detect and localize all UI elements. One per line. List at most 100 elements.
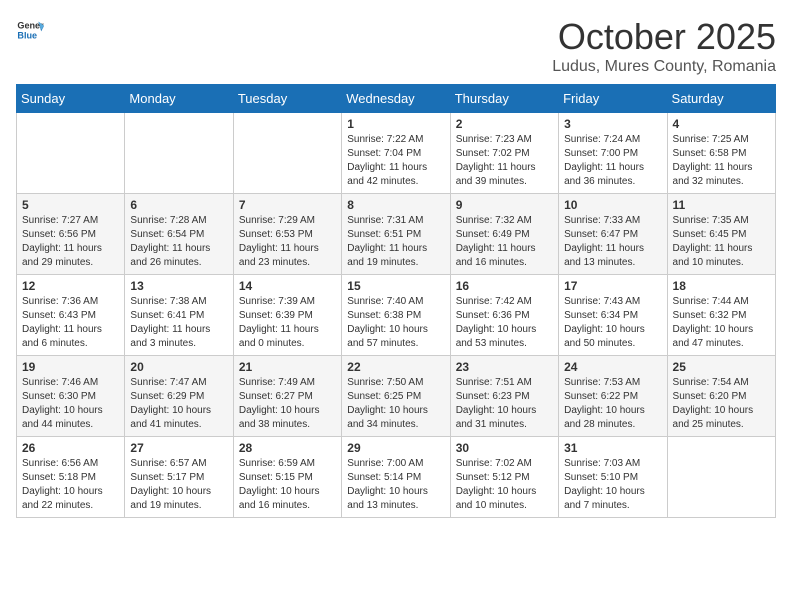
day-info: Sunrise: 7:44 AMSunset: 6:32 PMDaylight:… — [673, 295, 770, 351]
day-number: 9 — [456, 198, 553, 212]
calendar-cell — [17, 113, 125, 194]
day-info: Sunrise: 7:43 AMSunset: 6:34 PMDaylight:… — [564, 295, 661, 351]
day-info: Sunrise: 7:00 AMSunset: 5:14 PMDaylight:… — [347, 457, 444, 513]
calendar-cell: 17 Sunrise: 7:43 AMSunset: 6:34 PMDayligh… — [559, 275, 667, 356]
day-info: Sunrise: 6:59 AMSunset: 5:15 PMDaylight:… — [239, 457, 336, 513]
day-number: 13 — [130, 279, 227, 293]
calendar-cell: 29Sunrise: 7:00 AMSunset: 5:14 PMDayligh… — [342, 437, 450, 518]
day-number: 18 — [673, 279, 770, 293]
day-number: 1 — [347, 117, 444, 131]
day-info: Sunrise: 7:31 AMSunset: 6:51 PMDaylight:… — [347, 214, 444, 270]
day-number: 21 — [239, 360, 336, 374]
day-info: Sunrise: 7:23 AMSunset: 7:02 PMDaylight:… — [456, 133, 553, 189]
day-number: 15 — [347, 279, 444, 293]
calendar-cell: 24 Sunrise: 7:53 AMSunset: 6:22 PMDayligh… — [559, 356, 667, 437]
day-info: Sunrise: 7:28 AMSunset: 6:54 PMDaylight:… — [130, 214, 227, 270]
svg-text:Blue: Blue — [17, 30, 37, 40]
day-number: 10 — [564, 198, 661, 212]
day-number: 11 — [673, 198, 770, 212]
day-info: Sunrise: 7:42 AMSunset: 6:36 PMDaylight:… — [456, 295, 553, 351]
calendar-cell: 26 Sunrise: 6:56 AMSunset: 5:18 PMDayligh… — [17, 437, 125, 518]
calendar-cell: 23Sunrise: 7:51 AMSunset: 6:23 PMDayligh… — [450, 356, 558, 437]
calendar-cell: 8 Sunrise: 7:31 AMSunset: 6:51 PMDaylight… — [342, 194, 450, 275]
weekday-header-monday: Monday — [125, 85, 233, 113]
day-info: Sunrise: 7:50 AMSunset: 6:25 PMDaylight:… — [347, 376, 444, 432]
day-number: 26 — [22, 441, 119, 455]
calendar-cell: 10 Sunrise: 7:33 AMSunset: 6:47 PMDayligh… — [559, 194, 667, 275]
calendar-cell: 31 Sunrise: 7:03 AMSunset: 5:10 PMDayligh… — [559, 437, 667, 518]
weekday-header-thursday: Thursday — [450, 85, 558, 113]
day-info: Sunrise: 7:46 AMSunset: 6:30 PMDaylight:… — [22, 376, 119, 432]
calendar-cell: 7 Sunrise: 7:29 AMSunset: 6:53 PMDaylight… — [233, 194, 341, 275]
day-info: Sunrise: 6:56 AMSunset: 5:18 PMDaylight:… — [22, 457, 119, 513]
calendar-cell: 4Sunrise: 7:25 AMSunset: 6:58 PMDaylight… — [667, 113, 775, 194]
weekday-header-tuesday: Tuesday — [233, 85, 341, 113]
calendar-cell: 30 Sunrise: 7:02 AMSunset: 5:12 PMDayligh… — [450, 437, 558, 518]
day-number: 20 — [130, 360, 227, 374]
title-block: October 2025 Ludus, Mures County, Romani… — [552, 16, 776, 76]
day-info: Sunrise: 7:40 AMSunset: 6:38 PMDaylight:… — [347, 295, 444, 351]
calendar-cell: 16Sunrise: 7:42 AMSunset: 6:36 PMDayligh… — [450, 275, 558, 356]
day-info: Sunrise: 7:47 AMSunset: 6:29 PMDaylight:… — [130, 376, 227, 432]
calendar-cell — [667, 437, 775, 518]
calendar-cell: 5 Sunrise: 7:27 AMSunset: 6:56 PMDaylight… — [17, 194, 125, 275]
calendar-cell: 12Sunrise: 7:36 AMSunset: 6:43 PMDayligh… — [17, 275, 125, 356]
weekday-header-wednesday: Wednesday — [342, 85, 450, 113]
calendar-week-row: 26 Sunrise: 6:56 AMSunset: 5:18 PMDayligh… — [17, 437, 776, 518]
calendar-cell: 14Sunrise: 7:39 AMSunset: 6:39 PMDayligh… — [233, 275, 341, 356]
day-info: Sunrise: 7:02 AMSunset: 5:12 PMDaylight:… — [456, 457, 553, 513]
day-info: Sunrise: 7:32 AMSunset: 6:49 PMDaylight:… — [456, 214, 553, 270]
weekday-header-saturday: Saturday — [667, 85, 775, 113]
calendar-cell: 15 Sunrise: 7:40 AMSunset: 6:38 PMDayligh… — [342, 275, 450, 356]
calendar-cell — [233, 113, 341, 194]
day-info: Sunrise: 7:39 AMSunset: 6:39 PMDaylight:… — [239, 295, 336, 351]
day-info: Sunrise: 7:36 AMSunset: 6:43 PMDaylight:… — [22, 295, 119, 351]
calendar-cell: 3 Sunrise: 7:24 AMSunset: 7:00 PMDaylight… — [559, 113, 667, 194]
day-number: 3 — [564, 117, 661, 131]
day-number: 27 — [130, 441, 227, 455]
day-number: 8 — [347, 198, 444, 212]
day-info: Sunrise: 7:38 AMSunset: 6:41 PMDaylight:… — [130, 295, 227, 351]
calendar-cell: 11 Sunrise: 7:35 AMSunset: 6:45 PMDayligh… — [667, 194, 775, 275]
calendar-cell: 13 Sunrise: 7:38 AMSunset: 6:41 PMDayligh… — [125, 275, 233, 356]
page-header: General Blue October 2025 Ludus, Mures C… — [16, 16, 776, 76]
logo: General Blue — [16, 16, 44, 44]
day-number: 5 — [22, 198, 119, 212]
day-number: 2 — [456, 117, 553, 131]
day-number: 6 — [130, 198, 227, 212]
day-number: 24 — [564, 360, 661, 374]
day-info: Sunrise: 7:27 AMSunset: 6:56 PMDaylight:… — [22, 214, 119, 270]
day-number: 28 — [239, 441, 336, 455]
weekday-header-sunday: Sunday — [17, 85, 125, 113]
day-number: 4 — [673, 117, 770, 131]
calendar-cell: 6 Sunrise: 7:28 AMSunset: 6:54 PMDaylight… — [125, 194, 233, 275]
calendar-cell: 20 Sunrise: 7:47 AMSunset: 6:29 PMDayligh… — [125, 356, 233, 437]
calendar-cell: 21Sunrise: 7:49 AMSunset: 6:27 PMDayligh… — [233, 356, 341, 437]
day-info: Sunrise: 7:29 AMSunset: 6:53 PMDaylight:… — [239, 214, 336, 270]
weekday-header-friday: Friday — [559, 85, 667, 113]
calendar-cell — [125, 113, 233, 194]
calendar-cell: 22 Sunrise: 7:50 AMSunset: 6:25 PMDayligh… — [342, 356, 450, 437]
day-info: Sunrise: 7:24 AMSunset: 7:00 PMDaylight:… — [564, 133, 661, 189]
day-number: 23 — [456, 360, 553, 374]
day-info: Sunrise: 7:35 AMSunset: 6:45 PMDaylight:… — [673, 214, 770, 270]
day-info: Sunrise: 7:53 AMSunset: 6:22 PMDaylight:… — [564, 376, 661, 432]
calendar-week-row: 19 Sunrise: 7:46 AMSunset: 6:30 PMDayligh… — [17, 356, 776, 437]
day-number: 22 — [347, 360, 444, 374]
day-number: 31 — [564, 441, 661, 455]
calendar-cell: 28 Sunrise: 6:59 AMSunset: 5:15 PMDayligh… — [233, 437, 341, 518]
calendar-cell: 25Sunrise: 7:54 AMSunset: 6:20 PMDayligh… — [667, 356, 775, 437]
day-info: Sunrise: 7:03 AMSunset: 5:10 PMDaylight:… — [564, 457, 661, 513]
day-info: Sunrise: 7:54 AMSunset: 6:20 PMDaylight:… — [673, 376, 770, 432]
calendar-cell: 18 Sunrise: 7:44 AMSunset: 6:32 PMDayligh… — [667, 275, 775, 356]
calendar-week-row: 12Sunrise: 7:36 AMSunset: 6:43 PMDayligh… — [17, 275, 776, 356]
day-number: 30 — [456, 441, 553, 455]
day-number: 19 — [22, 360, 119, 374]
calendar-cell: 2 Sunrise: 7:23 AMSunset: 7:02 PMDaylight… — [450, 113, 558, 194]
location-title: Ludus, Mures County, Romania — [552, 58, 776, 76]
calendar-cell: 27Sunrise: 6:57 AMSunset: 5:17 PMDayligh… — [125, 437, 233, 518]
day-number: 7 — [239, 198, 336, 212]
day-number: 17 — [564, 279, 661, 293]
day-info: Sunrise: 7:33 AMSunset: 6:47 PMDaylight:… — [564, 214, 661, 270]
weekday-header-row: SundayMondayTuesdayWednesdayThursdayFrid… — [17, 85, 776, 113]
